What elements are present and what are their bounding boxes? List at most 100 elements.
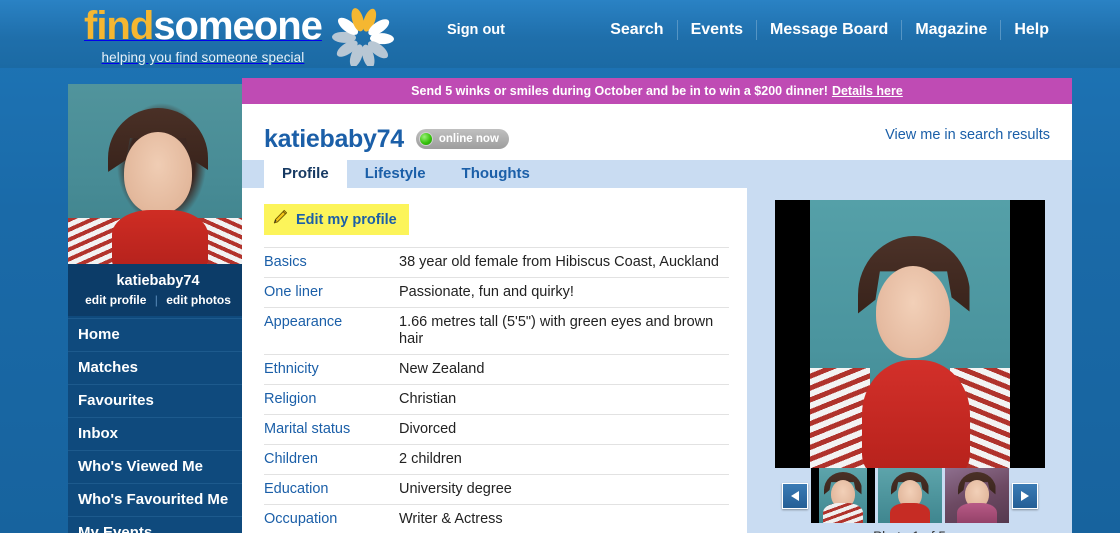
main-photo[interactable] [774,200,1045,468]
nav-item-message-board[interactable]: Message Board [757,19,901,41]
detail-value: Divorced [399,414,729,445]
table-row: One liner Passionate, fun and quirky! [264,277,729,308]
page-title: katiebaby74 [264,124,404,153]
sidebar-item-home[interactable]: Home [68,318,248,352]
logo-tagline: helping you find someone special [101,50,305,65]
photo-scarf [112,210,208,264]
online-status-label: online now [438,133,499,145]
edit-my-profile-label: Edit my profile [296,211,397,228]
sidebar-item-inbox[interactable]: Inbox [68,418,248,451]
nav-item-search[interactable]: Search [597,19,676,41]
sidebar-edit-photos-link[interactable]: edit photos [166,293,231,307]
sidebar-edit-profile-link[interactable]: edit profile [85,293,146,307]
profile-tabs: Profile Lifestyle Thoughts [242,160,1072,188]
tab-thoughts[interactable]: Thoughts [444,160,548,188]
detail-key: Religion [264,384,399,415]
promo-details-link[interactable]: Details here [832,84,903,98]
sidebar-item-whos-favourited-me[interactable]: Who's Favourited Me [68,484,248,517]
thumbnail-1[interactable] [810,468,875,523]
detail-key: Children [264,444,399,475]
table-row: Education University degree [264,474,729,505]
main-panel: Send 5 winks or smiles during October an… [242,78,1072,533]
sidebar-item-my-events[interactable]: My Events [68,517,248,533]
sidebar-item-matches[interactable]: Matches [68,352,248,385]
detail-value: New Zealand [399,354,729,385]
sidebar-user-block: katiebaby74 edit profile | edit photos [68,264,248,316]
chevron-right-icon [1020,490,1029,501]
nav-divider [901,20,903,40]
status-badge: online now [415,129,509,149]
primary-nav: Search Events Message Board Magazine Hel… [597,19,1062,41]
edit-my-profile-button[interactable]: Edit my profile [264,204,409,235]
detail-key: Occupation [264,504,399,533]
nav-item-help[interactable]: Help [1001,19,1062,41]
sign-out-link[interactable]: Sign out [447,22,505,38]
thumbnail-3[interactable] [944,468,1009,523]
sidebar-menu: Home Matches Favourites Inbox Who's View… [68,316,248,533]
tab-lifestyle[interactable]: Lifestyle [347,160,444,188]
detail-key: Ethnicity [264,354,399,385]
photo-face [124,132,192,214]
flower-icon [331,8,394,68]
tab-profile[interactable]: Profile [264,160,347,188]
profile-header: katiebaby74 online now View me in search… [242,104,1072,160]
table-row: Ethnicity New Zealand [264,354,729,385]
sidebar-username: katiebaby74 [116,273,200,289]
table-row: Children 2 children [264,444,729,475]
logo-someone-text: someone [153,4,323,48]
detail-value: Christian [399,384,729,415]
photo-shirt-left [809,368,870,468]
table-row: Marital status Divorced [264,414,729,445]
logo-find-text: find [84,4,154,48]
sidebar-user-links: edit profile | edit photos [68,293,248,307]
thumb-clothing [889,503,930,523]
detail-key: Marital status [264,414,399,445]
detail-value: University degree [399,474,729,505]
photo-scarf [861,360,970,468]
sidebar-item-favourites[interactable]: Favourites [68,385,248,418]
photo-gallery: Photo 1 of 5 [747,188,1072,533]
detail-key: One liner [264,277,399,308]
logo-text: findsomeone helping you find someone spe… [84,4,323,65]
nav-divider [1000,20,1002,40]
detail-value: 1.66 metres tall (5'5") with green eyes … [399,307,729,355]
view-in-search-results-link[interactable]: View me in search results [885,127,1050,143]
promo-text: Send 5 winks or smiles during October an… [411,84,828,98]
thumb-clothing [956,503,997,523]
profile-details-column: Edit my profile Basics 38 year old femal… [242,188,747,533]
table-row: Appearance 1.66 metres tall (5'5") with … [264,307,729,355]
online-status-icon [418,132,433,146]
nav-item-magazine[interactable]: Magazine [902,19,1000,41]
promo-banner: Send 5 winks or smiles during October an… [242,78,1072,104]
nav-divider [756,20,758,40]
profile-details-table: Basics 38 year old female from Hibiscus … [264,247,729,533]
sidebar-item-whos-viewed-me[interactable]: Who's Viewed Me [68,451,248,484]
thumbnail-strip [747,468,1072,523]
table-row: Occupation Writer & Actress [264,504,729,533]
detail-key: Basics [264,247,399,278]
thumbnail-2[interactable] [877,468,942,523]
detail-value: Writer & Actress [399,504,729,533]
site-logo[interactable]: findsomeone helping you find someone spe… [84,4,394,68]
detail-key: Appearance [264,307,399,355]
table-row: Religion Christian [264,384,729,415]
left-sidebar: katiebaby74 edit profile | edit photos H… [68,84,248,533]
detail-key: Education [264,474,399,505]
nav-item-events[interactable]: Events [678,19,756,41]
detail-value: 38 year old female from Hibiscus Coast, … [399,247,729,278]
table-row: Basics 38 year old female from Hibiscus … [264,247,729,278]
photo-face [875,266,950,358]
sidebar-profile-photo[interactable] [68,84,248,264]
next-photo-button[interactable] [1011,482,1038,509]
chevron-left-icon [790,490,799,501]
site-header: findsomeone helping you find someone spe… [0,0,1120,68]
main-photo-image [809,200,1010,468]
previous-photo-button[interactable] [781,482,808,509]
detail-value: 2 children [399,444,729,475]
logo-wordmark: findsomeone [84,4,323,48]
thumb-clothing [822,503,863,523]
panel-body: Edit my profile Basics 38 year old femal… [242,188,1072,533]
photo-counter: Photo 1 of 5 [747,529,1072,533]
pencil-icon [272,209,288,230]
link-divider: | [154,293,158,307]
